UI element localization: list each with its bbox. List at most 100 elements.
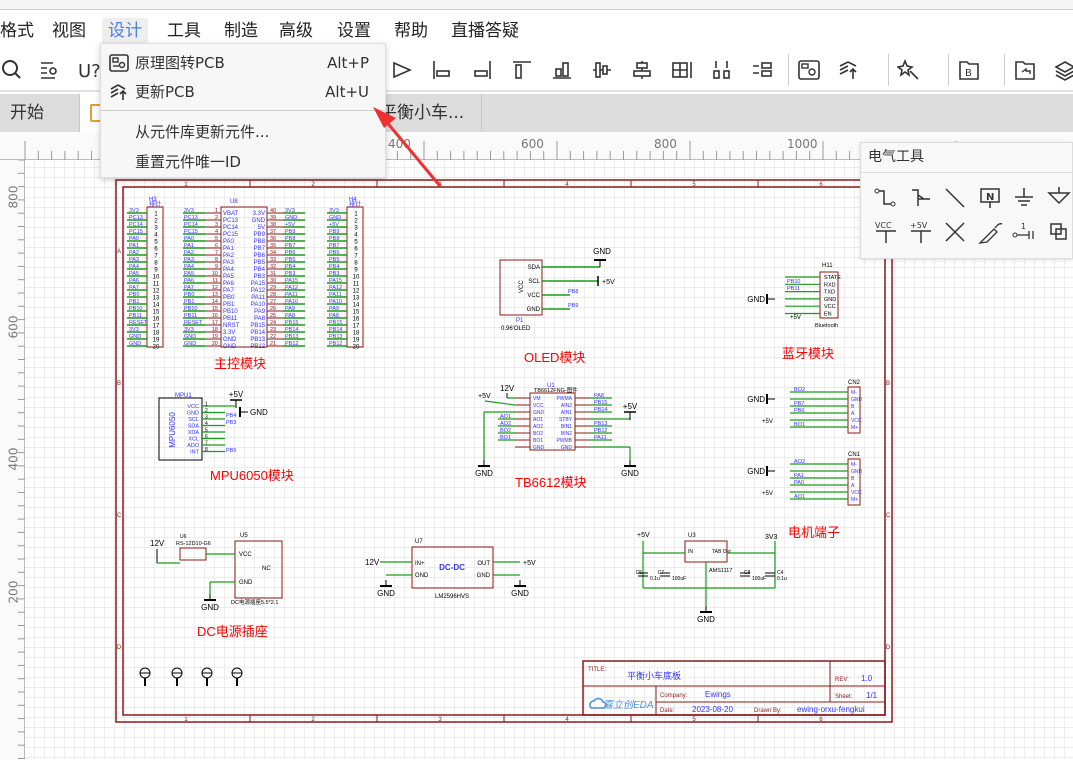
- module-label: OLED模块: [524, 350, 585, 365]
- net-label: PB11: [184, 313, 197, 319]
- net-label: PA1: [184, 243, 194, 249]
- module-label: 蓝牙模块: [782, 346, 834, 361]
- pin-name: GND: [533, 410, 545, 416]
- pin-name: RXD: [824, 282, 836, 288]
- menu-item-label: 原理图转PCB: [135, 54, 225, 72]
- component-ref: U6: [180, 534, 187, 540]
- pin-name: PB12: [250, 344, 265, 350]
- pin-name: AO2: [533, 424, 543, 430]
- power-label: +5V: [523, 560, 536, 567]
- net-flag-icon[interactable]: [1046, 185, 1072, 211]
- pin-number: 36: [270, 236, 276, 242]
- pin-number: 7: [215, 250, 218, 256]
- net-port-icon[interactable]: 1: [1011, 219, 1037, 245]
- pin-name: VCC: [527, 293, 540, 299]
- pin-name: PA4: [223, 267, 235, 273]
- net-label: 3V3: [329, 208, 339, 214]
- component-value: 排针: [149, 200, 161, 208]
- row-label: B: [886, 381, 890, 387]
- net-label: PA10: [329, 299, 342, 305]
- component-ref: U5: [240, 533, 248, 539]
- pin-name: PB13: [250, 337, 265, 343]
- line-icon[interactable]: [942, 185, 968, 211]
- net-label: PA2: [129, 250, 139, 256]
- net-label: PB0: [184, 292, 194, 298]
- net-label: GND: [184, 334, 196, 340]
- pin-number: 38: [270, 222, 276, 228]
- plus5v-icon[interactable]: +5V: [908, 219, 934, 245]
- vcc-icon[interactable]: VCC: [873, 219, 899, 245]
- pin-name: AO1: [533, 417, 543, 423]
- menu-item-schematic-to-pcb[interactable]: 原理图转PCB Alt+P: [101, 49, 385, 77]
- pin-name: 3.3V: [223, 330, 235, 336]
- pin-name: AIN2: [561, 403, 572, 409]
- pin-name: GND: [415, 573, 429, 579]
- net-label: PA11: [329, 292, 342, 298]
- pin-name: IN: [688, 549, 693, 555]
- pin-name: GND: [533, 445, 545, 451]
- net-label: PB4: [329, 264, 339, 270]
- net-label: PB15: [285, 320, 298, 326]
- pin-number: 18: [212, 327, 218, 333]
- pin-number: 4: [154, 233, 158, 239]
- pin-name: PA3: [223, 260, 235, 266]
- ground-icon[interactable]: [1011, 185, 1037, 211]
- pin-name: PB11: [223, 316, 238, 322]
- power-label: +5V: [637, 532, 650, 539]
- pin-number: 12: [153, 289, 160, 295]
- pin-number: 6: [215, 243, 218, 249]
- menu-item-reset-unique-id[interactable]: 重置元件唯一ID: [101, 148, 385, 176]
- menu-item-update-from-library[interactable]: 从元件库更新元件...: [101, 118, 385, 146]
- pin-name: M-: [851, 462, 857, 468]
- component-ref: CN1: [848, 452, 861, 458]
- menu-item-label: 重置元件唯一ID: [135, 153, 241, 171]
- sheet-value: 1/1: [866, 691, 878, 700]
- pin-name: PB8: [254, 239, 266, 245]
- pin-number: 1: [154, 212, 158, 218]
- pin-number: 37: [270, 229, 276, 235]
- pin-number: 39: [270, 215, 276, 221]
- switch-U6: [179, 547, 207, 561]
- component-value: RS-12D10-G6: [176, 541, 211, 547]
- net-label: 3V3: [129, 208, 139, 214]
- pin-number: 20: [353, 345, 360, 351]
- pin-number: 1: [354, 212, 358, 218]
- component-value: LM2596HVS: [435, 594, 469, 600]
- bus-icon[interactable]: [908, 185, 934, 211]
- pin-name: PB14: [250, 330, 265, 336]
- pin-number: 7: [354, 254, 358, 260]
- pin-number: 19: [212, 334, 218, 340]
- pin-number: 33: [270, 257, 276, 263]
- pin-number: 24: [270, 320, 276, 326]
- pin-name: GND: [824, 297, 836, 303]
- pin-number: 16: [153, 317, 160, 323]
- bus-entry-icon[interactable]: [1046, 219, 1072, 245]
- pin-name: ADO: [187, 443, 200, 449]
- net-label: PA10: [285, 299, 298, 305]
- pin-name: TXD: [824, 290, 835, 296]
- net-label: AO2: [794, 459, 805, 465]
- update-pcb-icon: [110, 84, 127, 100]
- pin-name: PB4: [254, 267, 266, 273]
- pin-number: 40: [270, 208, 276, 214]
- menu-item-update-pcb[interactable]: 更新PCB Alt+U: [101, 78, 385, 106]
- pin-name: PB10: [223, 309, 238, 315]
- pin-name: STBY: [559, 417, 573, 423]
- pin-name: BO1: [533, 438, 543, 444]
- pin-number: 3: [354, 226, 358, 232]
- net-label: RESET: [184, 320, 203, 326]
- net-label-icon[interactable]: N: [977, 185, 1003, 211]
- pin-number: 26: [270, 306, 276, 312]
- net-label: PC14: [184, 222, 198, 228]
- component-value: Bluetooth: [815, 323, 838, 329]
- pin-number: 12: [353, 289, 360, 295]
- pin-name: PB6: [254, 253, 266, 259]
- net-label: PB6: [794, 408, 804, 414]
- svg-text:VCC: VCC: [875, 221, 892, 230]
- wire-icon[interactable]: [873, 185, 899, 211]
- no-connect-icon[interactable]: [942, 219, 968, 245]
- probe-icon[interactable]: [977, 219, 1003, 245]
- ground-label: GND: [475, 469, 493, 478]
- net-label: PC15: [129, 229, 143, 235]
- pin-number: 17: [153, 324, 160, 330]
